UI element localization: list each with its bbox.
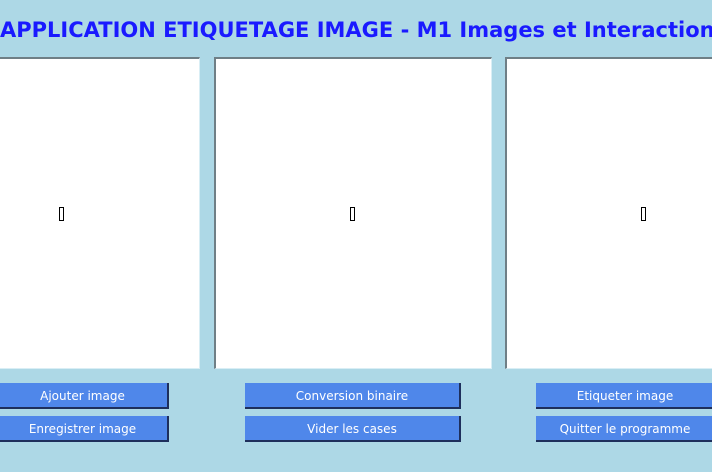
add-image-button[interactable]: Ajouter image xyxy=(0,383,169,409)
binary-conversion-button[interactable]: Conversion binaire xyxy=(245,383,461,409)
image-panel-original[interactable] xyxy=(0,57,200,369)
label-image-button[interactable]: Etiqueter image xyxy=(536,383,712,409)
image-panel-binary[interactable] xyxy=(214,57,492,369)
clear-boxes-button[interactable]: Vider les cases xyxy=(245,416,461,442)
save-image-button[interactable]: Enregistrer image xyxy=(0,416,169,442)
app-title: APPLICATION ETIQUETAGE IMAGE - M1 Images… xyxy=(0,18,712,42)
quit-program-button[interactable]: Quitter le programme xyxy=(536,416,712,442)
text-cursor-icon xyxy=(641,207,646,221)
image-panel-labeled[interactable] xyxy=(505,57,712,369)
text-cursor-icon xyxy=(350,207,355,221)
text-cursor-icon xyxy=(59,207,64,221)
